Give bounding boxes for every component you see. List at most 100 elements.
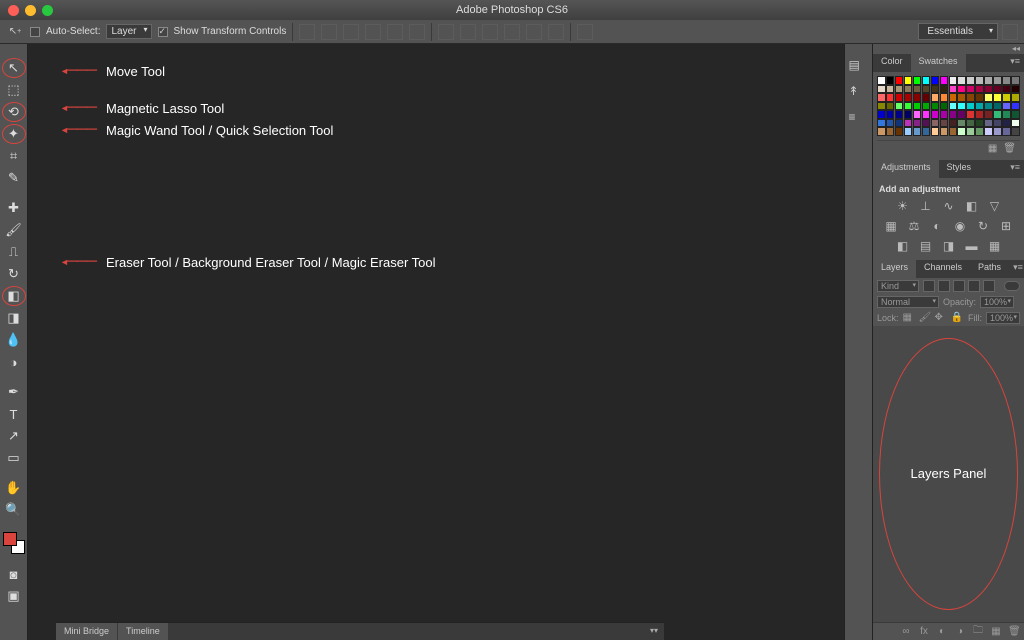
brush-panel-icon[interactable]: ↟ (849, 84, 869, 102)
filter-shape-icon[interactable] (968, 280, 980, 292)
swatch[interactable] (895, 93, 904, 102)
swatch[interactable] (922, 93, 931, 102)
swatch[interactable] (940, 127, 949, 136)
workspace-menu-icon[interactable] (1002, 24, 1018, 40)
tab-timeline[interactable]: Timeline (118, 623, 168, 640)
swatch[interactable] (949, 127, 958, 136)
swatch[interactable] (913, 119, 922, 128)
levels-icon[interactable]: ⊥ (918, 199, 933, 213)
align-icon[interactable] (387, 24, 403, 40)
align-icon[interactable] (299, 24, 315, 40)
filter-smart-icon[interactable] (983, 280, 995, 292)
swatch[interactable] (931, 119, 940, 128)
swatch[interactable] (913, 110, 922, 119)
lock-position-icon[interactable]: ✥ (935, 312, 947, 323)
swatch[interactable] (940, 93, 949, 102)
align-icon[interactable] (343, 24, 359, 40)
new-layer-icon[interactable]: ▦ (990, 626, 1002, 637)
swatch[interactable] (922, 102, 931, 111)
swatch[interactable] (984, 119, 993, 128)
swatch[interactable] (904, 102, 913, 111)
swatch[interactable] (966, 102, 975, 111)
properties-panel-icon[interactable]: ≡ (849, 110, 869, 128)
swatch[interactable] (895, 127, 904, 136)
tab-styles[interactable]: Styles (939, 160, 980, 178)
pen-tool[interactable]: ✒ (2, 382, 26, 402)
posterize-icon[interactable]: ▤ (918, 239, 933, 253)
quickmask-toggle[interactable]: ◙ (2, 564, 26, 584)
swatch[interactable] (975, 93, 984, 102)
swatch[interactable] (1011, 85, 1020, 94)
lookup-icon[interactable]: ⊞ (999, 219, 1014, 233)
zoom-tool[interactable]: 🔍 (2, 500, 26, 520)
swatch[interactable] (940, 102, 949, 111)
align-icon[interactable] (365, 24, 381, 40)
stamp-tool[interactable]: ⎍ (2, 242, 26, 262)
swatch[interactable] (1002, 102, 1011, 111)
swatch[interactable] (913, 127, 922, 136)
swatch[interactable] (957, 110, 966, 119)
balance-icon[interactable]: ⚖ (907, 219, 922, 233)
swatch[interactable] (1011, 127, 1020, 136)
tab-swatches[interactable]: Swatches (911, 54, 966, 72)
swatch[interactable] (904, 127, 913, 136)
shape-tool[interactable]: ▭ (2, 448, 26, 468)
swatch[interactable] (895, 102, 904, 111)
hue-icon[interactable]: ▦ (884, 219, 899, 233)
swatch[interactable] (1002, 93, 1011, 102)
hand-tool[interactable]: ✋ (2, 478, 26, 498)
arrange-icon[interactable] (577, 24, 593, 40)
swatch[interactable] (993, 102, 1002, 111)
swatch[interactable] (886, 85, 895, 94)
swatch[interactable] (1002, 110, 1011, 119)
swatch[interactable] (895, 85, 904, 94)
swatch[interactable] (940, 119, 949, 128)
swatch[interactable] (984, 85, 993, 94)
swatch[interactable] (984, 76, 993, 85)
swatch[interactable] (957, 85, 966, 94)
swatch[interactable] (984, 102, 993, 111)
swatch[interactable] (975, 127, 984, 136)
tab-minibridge[interactable]: Mini Bridge (56, 623, 117, 640)
swatch[interactable] (913, 93, 922, 102)
layer-mask-icon[interactable]: ◐ (936, 626, 948, 637)
gradient-map-icon[interactable]: ▬ (964, 239, 979, 253)
swatch[interactable] (975, 110, 984, 119)
swatch[interactable] (949, 119, 958, 128)
swatch[interactable] (949, 110, 958, 119)
swatch[interactable] (904, 119, 913, 128)
swatch[interactable] (931, 110, 940, 119)
tab-paths[interactable]: Paths (970, 260, 1009, 278)
swatch[interactable] (957, 119, 966, 128)
swatch[interactable] (1011, 102, 1020, 111)
distribute-icon[interactable] (460, 24, 476, 40)
swatch[interactable] (966, 110, 975, 119)
type-tool[interactable]: T (2, 404, 26, 424)
lock-image-icon[interactable]: 🖌 (919, 312, 931, 323)
delete-layer-icon[interactable]: 🗑 (1008, 626, 1020, 637)
swatch[interactable] (940, 85, 949, 94)
workspace-dropdown[interactable]: Essentials (918, 23, 998, 40)
invert-icon[interactable]: ◧ (895, 239, 910, 253)
tab-layers[interactable]: Layers (873, 260, 916, 278)
swatch[interactable] (886, 76, 895, 85)
layer-fx-icon[interactable]: fx (918, 626, 930, 637)
swatch[interactable] (931, 93, 940, 102)
swatch[interactable] (957, 76, 966, 85)
swatch[interactable] (993, 85, 1002, 94)
swatch[interactable] (931, 76, 940, 85)
swatch[interactable] (993, 119, 1002, 128)
new-group-icon[interactable]: 🗀 (972, 623, 984, 640)
tab-color[interactable]: Color (873, 54, 911, 72)
path-selection-tool[interactable]: ↗ (2, 426, 26, 446)
swatch[interactable] (886, 119, 895, 128)
swatch[interactable] (931, 127, 940, 136)
swatch[interactable] (1011, 119, 1020, 128)
delete-swatch-icon[interactable]: 🗑 (1003, 143, 1016, 154)
brush-tool[interactable]: 🖌 (2, 220, 26, 240)
swatch[interactable] (895, 110, 904, 119)
swatch[interactable] (966, 85, 975, 94)
swatch[interactable] (975, 119, 984, 128)
swatch[interactable] (966, 119, 975, 128)
link-layers-icon[interactable]: ∞ (900, 626, 912, 637)
